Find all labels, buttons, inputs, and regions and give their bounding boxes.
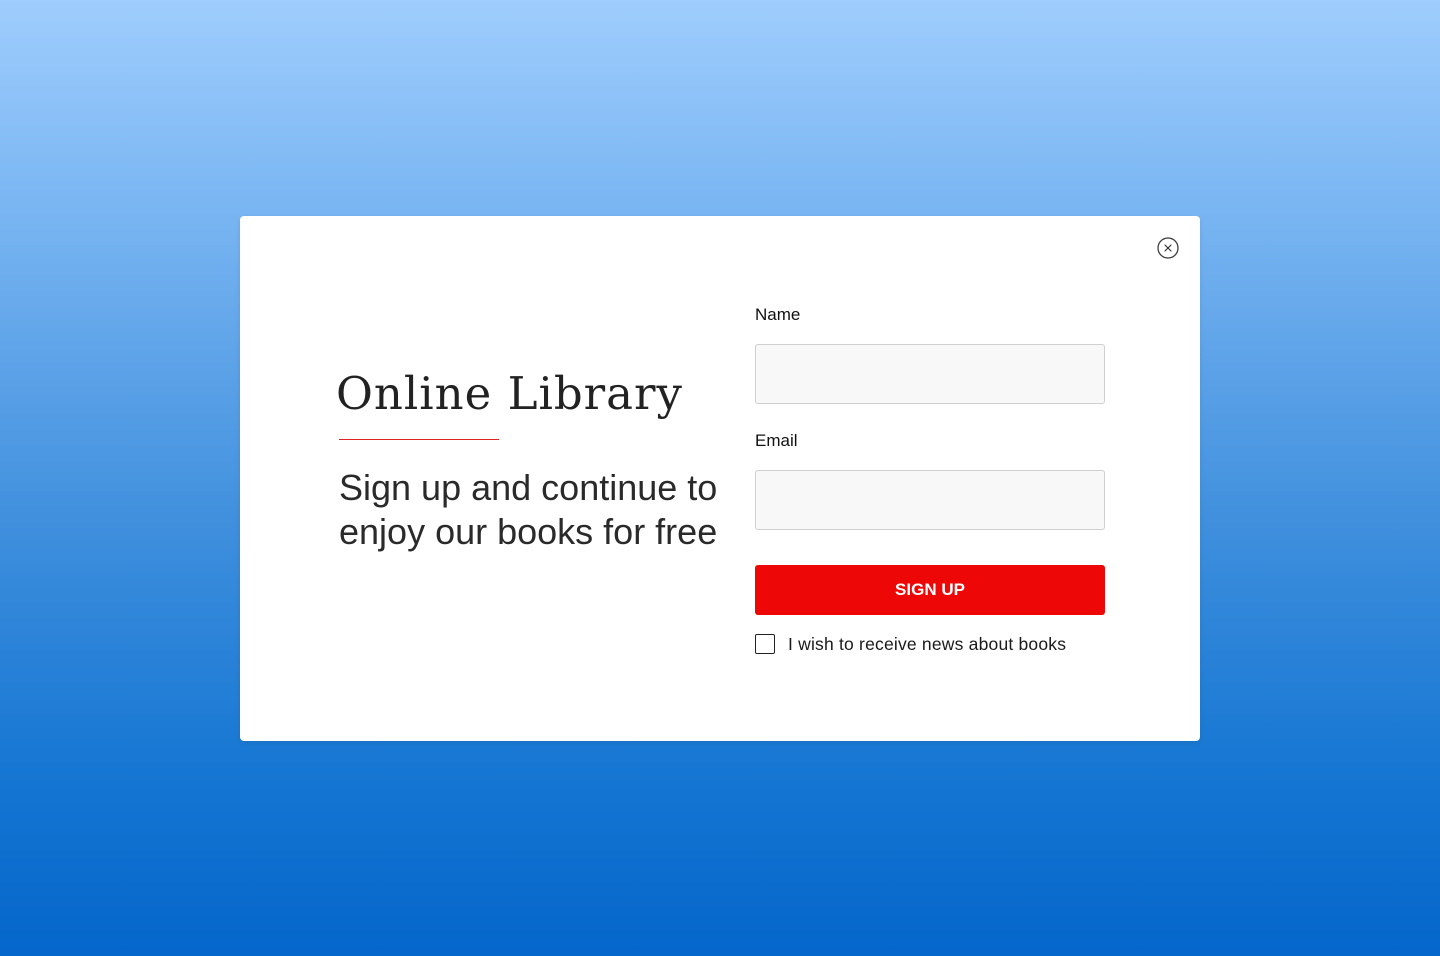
signup-modal: Online Library Sign up and continue to e… xyxy=(240,216,1200,741)
close-circle-icon xyxy=(1157,237,1179,259)
name-label: Name xyxy=(755,305,801,324)
page-title: Online Library xyxy=(336,367,683,420)
close-button[interactable] xyxy=(1157,237,1179,259)
news-consent: I wish to receive news about books xyxy=(755,633,1066,655)
title-divider xyxy=(339,439,499,440)
news-consent-checkbox[interactable] xyxy=(755,634,775,654)
email-field[interactable] xyxy=(755,470,1105,530)
name-field[interactable] xyxy=(755,344,1105,404)
intro-panel: Online Library Sign up and continue to e… xyxy=(336,364,717,552)
news-consent-label[interactable]: I wish to receive news about books xyxy=(788,634,1066,655)
email-label: Email xyxy=(755,431,798,450)
sign-up-button[interactable]: SIGN UP xyxy=(755,565,1105,615)
tagline: Sign up and continue to enjoy our books … xyxy=(339,467,718,552)
